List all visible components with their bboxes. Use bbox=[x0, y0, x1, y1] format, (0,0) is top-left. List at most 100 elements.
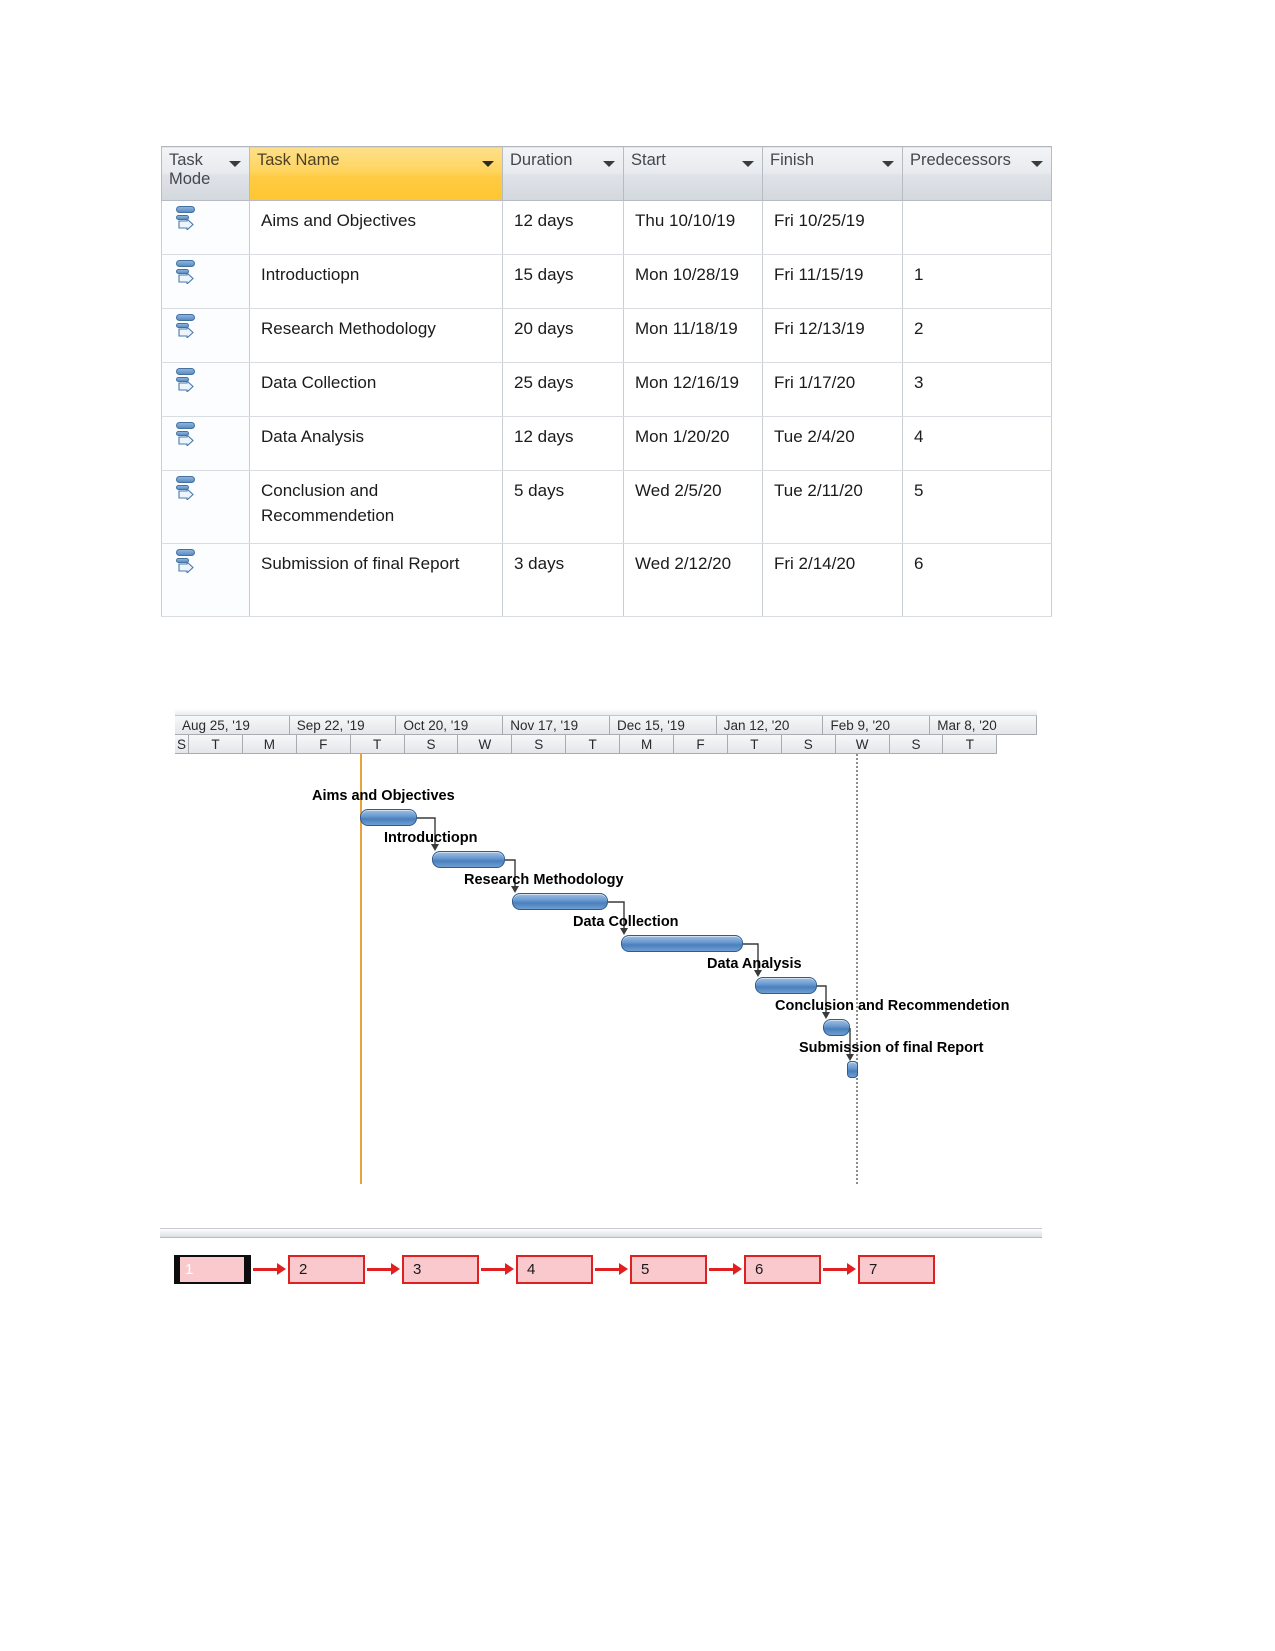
duration-cell[interactable]: 25 days bbox=[502, 362, 624, 417]
table-row[interactable]: Research Methodology 20 days Mon 11/18/19 F… bbox=[161, 308, 1052, 363]
duration-cell[interactable]: 20 days bbox=[502, 308, 624, 363]
task-table-container: Task Mode Task Name Duration Start Finis… bbox=[161, 146, 1052, 617]
duration-cell[interactable]: 12 days bbox=[502, 416, 624, 471]
column-header-finish[interactable]: Finish bbox=[762, 146, 903, 201]
task-name-cell[interactable]: Data Analysis bbox=[249, 416, 503, 471]
start-date-cell[interactable]: Wed 2/5/20 bbox=[623, 470, 763, 544]
network-arrowhead-icon bbox=[733, 1263, 742, 1275]
chevron-down-icon[interactable] bbox=[482, 161, 494, 167]
gantt-bar[interactable] bbox=[823, 1019, 850, 1036]
chevron-down-icon[interactable] bbox=[882, 161, 894, 167]
predecessors-cell[interactable]: 2 bbox=[902, 308, 1052, 363]
table-row[interactable]: Data Collection 25 days Mon 12/16/19 Fri 1/… bbox=[161, 362, 1052, 417]
network-node[interactable]: 2 bbox=[288, 1255, 365, 1284]
task-mode-cell[interactable] bbox=[161, 543, 250, 617]
gantt-bar-label: Data Analysis bbox=[707, 956, 802, 972]
gantt-bar-label: Data Collection bbox=[573, 914, 679, 930]
duration-cell[interactable]: 15 days bbox=[502, 254, 624, 309]
network-node[interactable]: 1 bbox=[174, 1255, 251, 1284]
task-mode-cell[interactable] bbox=[161, 362, 250, 417]
network-node[interactable]: 7 bbox=[858, 1255, 935, 1284]
gantt-bar-label: Aims and Objectives bbox=[312, 788, 455, 804]
predecessors-cell[interactable]: 3 bbox=[902, 362, 1052, 417]
table-row[interactable]: Submission of final Report 3 days Wed 2/12… bbox=[161, 543, 1052, 617]
task-name-cell[interactable]: Submission of final Report bbox=[249, 543, 503, 617]
task-mode-cell[interactable] bbox=[161, 308, 250, 363]
timeline-month-cell: Oct 20, '19 bbox=[396, 716, 504, 735]
gantt-bar[interactable] bbox=[360, 809, 417, 826]
table-row[interactable]: Aims and Objectives 12 days Thu 10/10/19 Fr… bbox=[161, 200, 1052, 255]
column-header-duration[interactable]: Duration bbox=[502, 146, 624, 201]
network-node[interactable]: 3 bbox=[402, 1255, 479, 1284]
table-header-row: Task Mode Task Name Duration Start Finis… bbox=[161, 146, 1052, 201]
chevron-down-icon[interactable] bbox=[742, 161, 754, 167]
finish-date-cell[interactable]: Fri 10/25/19 bbox=[762, 200, 903, 255]
network-node[interactable]: 4 bbox=[516, 1255, 593, 1284]
task-mode-cell[interactable] bbox=[161, 254, 250, 309]
gantt-bar[interactable] bbox=[432, 851, 505, 868]
duration-cell[interactable]: 3 days bbox=[502, 543, 624, 617]
gantt-bar[interactable] bbox=[621, 935, 743, 952]
predecessors-cell[interactable]: 5 bbox=[902, 470, 1052, 544]
gantt-bar[interactable] bbox=[512, 893, 608, 910]
start-date-cell[interactable]: Wed 2/12/20 bbox=[623, 543, 763, 617]
finish-date-cell[interactable]: Fri 1/17/20 bbox=[762, 362, 903, 417]
timeline-day-cell: T bbox=[727, 735, 782, 754]
network-node[interactable]: 6 bbox=[744, 1255, 821, 1284]
column-header-task-mode[interactable]: Task Mode bbox=[161, 146, 250, 201]
duration-cell[interactable]: 5 days bbox=[502, 470, 624, 544]
task-name-cell[interactable]: Aims and Objectives bbox=[249, 200, 503, 255]
gantt-bar[interactable] bbox=[755, 977, 817, 994]
chevron-down-icon[interactable] bbox=[1031, 161, 1043, 167]
network-arrowhead-icon bbox=[277, 1263, 286, 1275]
gantt-scroll-track[interactable] bbox=[175, 709, 1037, 716]
chevron-down-icon[interactable] bbox=[229, 161, 241, 167]
auto-schedule-icon bbox=[175, 313, 201, 339]
predecessors-cell[interactable]: 6 bbox=[902, 543, 1052, 617]
column-header-predecessors[interactable]: Predecessors bbox=[902, 146, 1052, 201]
predecessors-cell[interactable]: 4 bbox=[902, 416, 1052, 471]
start-date-cell[interactable]: Thu 10/10/19 bbox=[623, 200, 763, 255]
column-header-label: Duration bbox=[510, 151, 573, 169]
network-node[interactable]: 5 bbox=[630, 1255, 707, 1284]
timeline-day-cell: W bbox=[458, 735, 513, 754]
finish-date-cell[interactable]: Fri 11/15/19 bbox=[762, 254, 903, 309]
column-header-label: Task Mode bbox=[169, 151, 211, 188]
timeline-day-cell: S bbox=[889, 735, 944, 754]
table-row[interactable]: Data Analysis 12 days Mon 1/20/20 Tue 2/4/2… bbox=[161, 416, 1052, 471]
finish-date-cell[interactable]: Tue 2/11/20 bbox=[762, 470, 903, 544]
timeline-day-cell: T bbox=[350, 735, 405, 754]
finish-date-cell[interactable]: Fri 12/13/19 bbox=[762, 308, 903, 363]
task-mode-cell[interactable] bbox=[161, 416, 250, 471]
auto-schedule-icon bbox=[175, 259, 201, 285]
section-divider bbox=[160, 1228, 1042, 1238]
column-header-start[interactable]: Start bbox=[623, 146, 763, 201]
network-arrow bbox=[595, 1268, 621, 1271]
start-date-cell[interactable]: Mon 1/20/20 bbox=[623, 416, 763, 471]
timeline-day-cell: S bbox=[404, 735, 459, 754]
task-name-cell[interactable]: Data Collection bbox=[249, 362, 503, 417]
task-mode-cell[interactable] bbox=[161, 200, 250, 255]
gantt-bar[interactable] bbox=[847, 1061, 858, 1078]
task-name-cell[interactable]: Research Methodology bbox=[249, 308, 503, 363]
task-name-cell[interactable]: Conclusion and Recommendetion bbox=[249, 470, 503, 544]
predecessors-cell[interactable] bbox=[902, 200, 1052, 255]
column-header-task-name[interactable]: Task Name bbox=[249, 146, 503, 201]
timeline-month-cell: Nov 17, '19 bbox=[503, 716, 610, 735]
start-date-cell[interactable]: Mon 10/28/19 bbox=[623, 254, 763, 309]
table-row[interactable]: Conclusion and Recommendetion 5 days Wed 2… bbox=[161, 470, 1052, 544]
predecessors-cell[interactable]: 1 bbox=[902, 254, 1052, 309]
chevron-down-icon[interactable] bbox=[603, 161, 615, 167]
column-header-label: Finish bbox=[770, 151, 815, 169]
task-mode-cell[interactable] bbox=[161, 470, 250, 544]
finish-date-cell[interactable]: Fri 2/14/20 bbox=[762, 543, 903, 617]
start-date-cell[interactable]: Mon 12/16/19 bbox=[623, 362, 763, 417]
finish-date-cell[interactable]: Tue 2/4/20 bbox=[762, 416, 903, 471]
start-date-cell[interactable]: Mon 11/18/19 bbox=[623, 308, 763, 363]
network-arrow bbox=[481, 1268, 507, 1271]
table-row[interactable]: Introductiopn 15 days Mon 10/28/19 Fri 11/1… bbox=[161, 254, 1052, 309]
task-name-cell[interactable]: Introductiopn bbox=[249, 254, 503, 309]
timeline-day-row: STMFTSWSTMFTSWST bbox=[175, 735, 1037, 754]
duration-cell[interactable]: 12 days bbox=[502, 200, 624, 255]
timeline-month-cell: Sep 22, '19 bbox=[289, 716, 397, 735]
